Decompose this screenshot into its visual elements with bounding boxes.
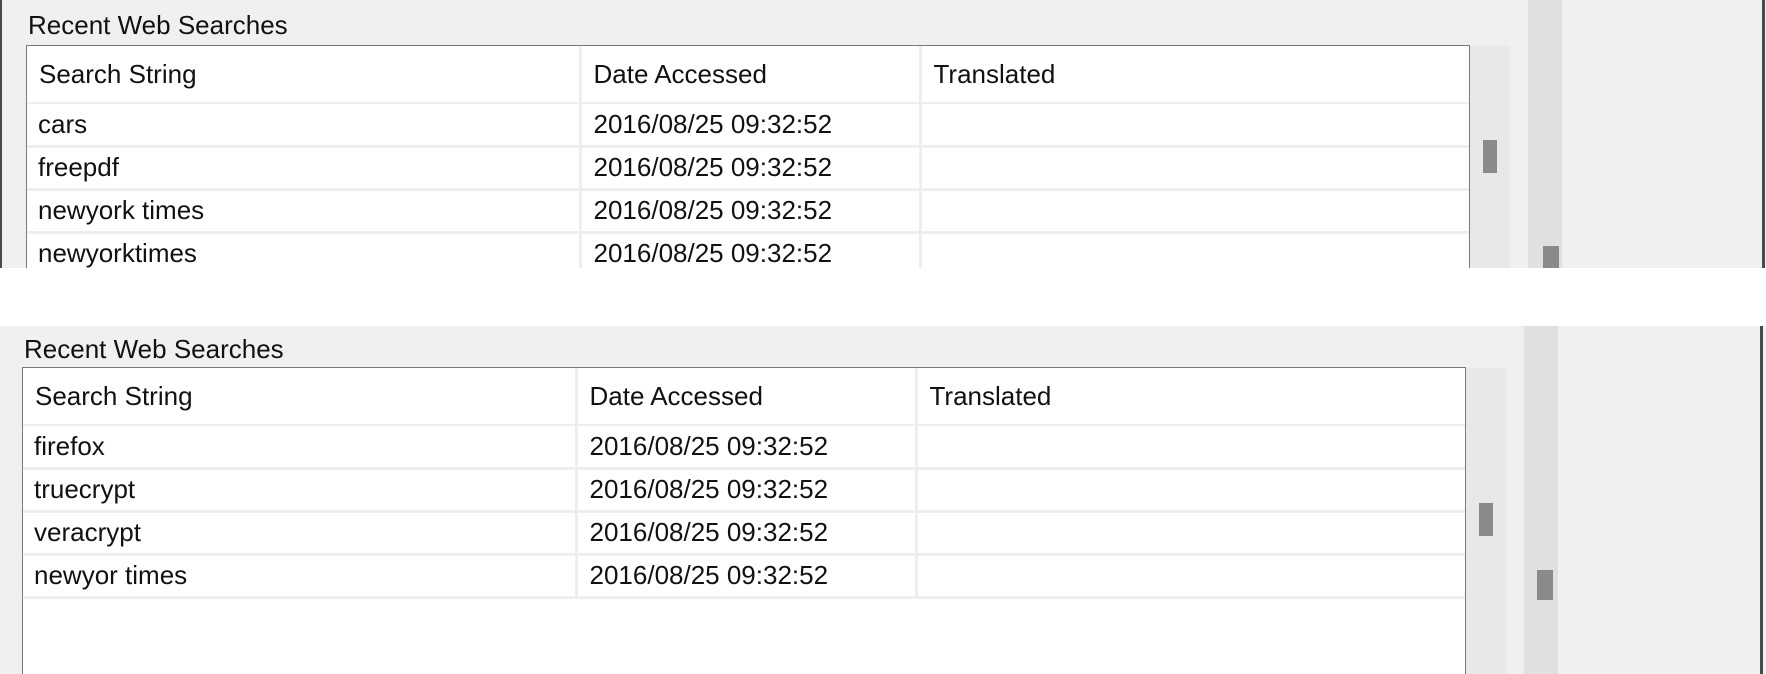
panel-border-right: [1760, 326, 1763, 674]
table-row[interactable]: newyorktimes 2016/08/25 09:32:52: [27, 232, 1469, 268]
cell-date-accessed: 2016/08/25 09:32:52: [576, 468, 918, 513]
cell-date-accessed: 2016/08/25 09:32:52: [580, 189, 922, 234]
column-header-search-string[interactable]: Search String: [23, 368, 578, 426]
cell-translated: [920, 189, 1469, 234]
table-row[interactable]: truecrypt 2016/08/25 09:32:52: [23, 468, 1465, 513]
cell-translated: [916, 468, 1465, 513]
table-scroll-thumb[interactable]: [1483, 140, 1497, 173]
panel-border-right: [1762, 0, 1765, 268]
table-row[interactable]: cars 2016/08/25 09:32:52: [27, 103, 1469, 148]
recent-web-searches-panel-2: Recent Web Searches Search String Date A…: [0, 326, 1766, 674]
outer-scroll-thumb[interactable]: [1543, 246, 1559, 268]
cell-date-accessed: 2016/08/25 09:32:52: [576, 511, 918, 556]
cell-translated: [916, 554, 1465, 599]
cell-date-accessed: 2016/08/25 09:32:52: [580, 146, 922, 191]
outer-scroll-thumb[interactable]: [1537, 570, 1553, 600]
cell-date-accessed: 2016/08/25 09:32:52: [576, 425, 918, 470]
cell-translated: [920, 103, 1469, 148]
cell-search-string: truecrypt: [23, 468, 578, 513]
cell-date-accessed: 2016/08/25 09:32:52: [576, 554, 918, 599]
column-header-date-accessed[interactable]: Date Accessed: [576, 368, 918, 426]
panel-border-left: [0, 0, 2, 268]
cell-search-string: firefox: [23, 425, 578, 470]
cell-search-string: cars: [27, 103, 582, 148]
web-searches-table: Search String Date Accessed Translated c…: [26, 45, 1470, 268]
table-row[interactable]: newyor times 2016/08/25 09:32:52: [23, 554, 1465, 599]
panel-title: Recent Web Searches: [24, 334, 284, 364]
cell-date-accessed: 2016/08/25 09:32:52: [580, 232, 922, 268]
table-row[interactable]: firefox 2016/08/25 09:32:52: [23, 425, 1465, 470]
column-header-search-string[interactable]: Search String: [27, 46, 582, 104]
cell-search-string: newyorktimes: [27, 232, 582, 268]
column-header-date-accessed[interactable]: Date Accessed: [580, 46, 922, 104]
cell-search-string: newyor times: [23, 554, 578, 599]
outer-vertical-scrollbar[interactable]: [1524, 326, 1558, 674]
web-searches-table: Search String Date Accessed Translated f…: [22, 367, 1466, 674]
table-row[interactable]: freepdf 2016/08/25 09:32:52: [27, 146, 1469, 191]
cell-translated: [920, 232, 1469, 268]
cell-search-string: freepdf: [27, 146, 582, 191]
panel-title: Recent Web Searches: [28, 10, 288, 40]
column-header-translated[interactable]: Translated: [916, 368, 1465, 426]
table-row[interactable]: veracrypt 2016/08/25 09:32:52: [23, 511, 1465, 556]
table-header-row: Search String Date Accessed Translated: [23, 368, 1465, 426]
cell-date-accessed: 2016/08/25 09:32:52: [580, 103, 922, 148]
table-header-row: Search String Date Accessed Translated: [27, 46, 1469, 104]
cell-translated: [916, 425, 1465, 470]
column-header-translated[interactable]: Translated: [920, 46, 1469, 104]
table-row[interactable]: newyork times 2016/08/25 09:32:52: [27, 189, 1469, 234]
table-scroll-thumb[interactable]: [1479, 503, 1493, 536]
cell-search-string: newyork times: [27, 189, 582, 234]
cell-translated: [920, 146, 1469, 191]
outer-vertical-scrollbar[interactable]: [1528, 0, 1562, 268]
cell-search-string: veracrypt: [23, 511, 578, 556]
cell-translated: [916, 511, 1465, 556]
recent-web-searches-panel-1: Recent Web Searches Search String Date A…: [0, 0, 1766, 268]
